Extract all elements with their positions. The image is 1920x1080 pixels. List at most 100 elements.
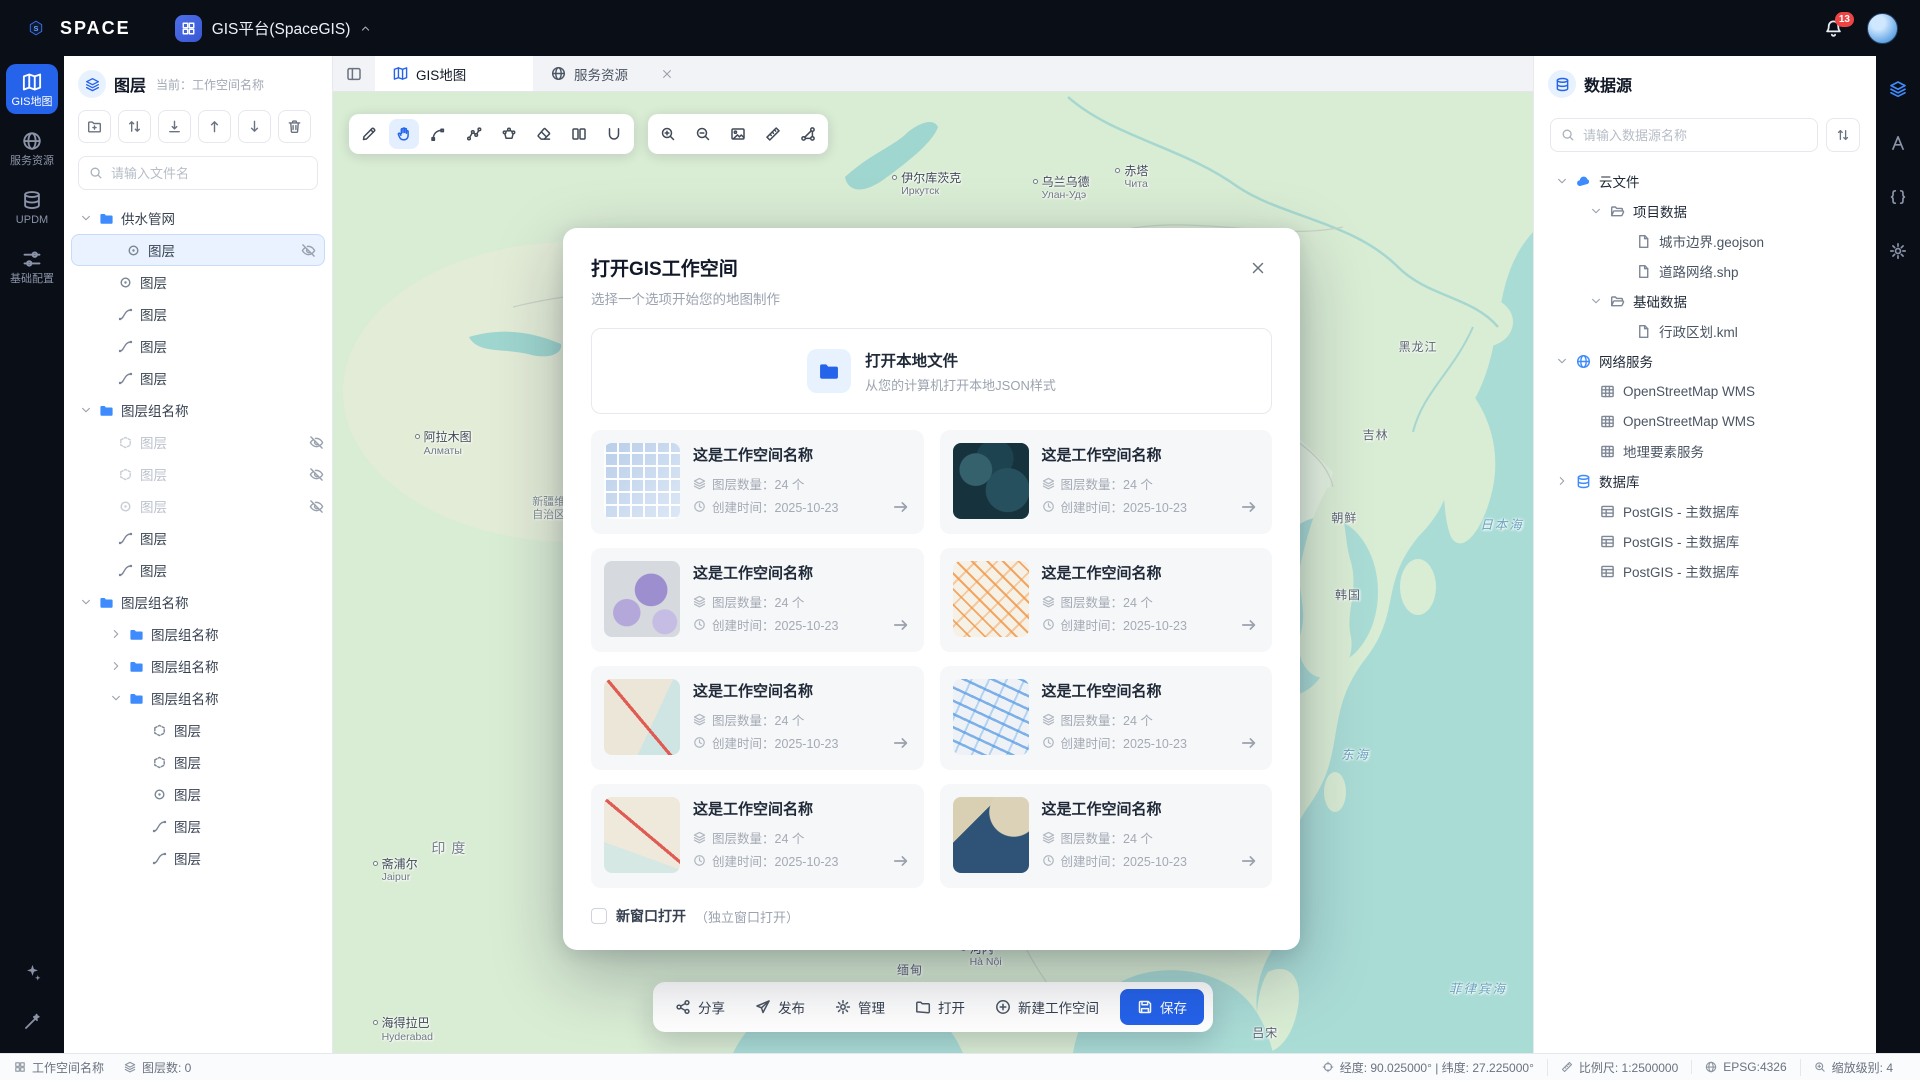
eye-off-icon[interactable] xyxy=(301,243,316,258)
datasource-tree-row[interactable]: 城市边界.geojson xyxy=(1534,226,1876,256)
topology-icon[interactable] xyxy=(793,119,823,149)
workspace-card[interactable]: 这是工作空间名称 图层数量：24 个 创建时间：2025-10-23 xyxy=(940,430,1273,534)
layer-tree-row[interactable]: 图层 xyxy=(64,298,332,330)
chev-right-icon[interactable] xyxy=(110,628,122,640)
chev-down-icon[interactable] xyxy=(80,596,92,608)
layer-tree-row[interactable]: 图层 xyxy=(64,554,332,586)
datasource-tree-row[interactable]: PostGIS - 主数据库 xyxy=(1534,496,1876,526)
new-window-checkbox[interactable] xyxy=(591,908,607,924)
measure-icon[interactable] xyxy=(758,119,788,149)
layer-tree-row[interactable]: 图层组名称 xyxy=(64,618,332,650)
chev-down-icon[interactable] xyxy=(80,404,92,416)
action-button-发布[interactable]: 发布 xyxy=(742,989,818,1025)
layer-search-input[interactable] xyxy=(111,166,307,181)
arrows-sort-icon[interactable] xyxy=(1826,118,1860,152)
datasource-tree-row[interactable]: 行政区划.kml xyxy=(1534,316,1876,346)
arrows-sort-icon[interactable] xyxy=(118,110,151,143)
trash-icon[interactable] xyxy=(278,110,311,143)
layer-tree-row[interactable]: 供水管网 xyxy=(64,202,332,234)
split-icon[interactable] xyxy=(564,119,594,149)
datasource-tree-row[interactable]: OpenStreetMap WMS xyxy=(1534,406,1876,436)
polyline-icon[interactable] xyxy=(459,119,489,149)
zoom-out-icon[interactable] xyxy=(688,119,718,149)
pencil-icon[interactable] xyxy=(354,119,384,149)
layer-tree-row[interactable]: 图层 xyxy=(71,234,325,266)
datasource-tree-row[interactable]: 道路网络.shp xyxy=(1534,256,1876,286)
workspace-card[interactable]: 这是工作空间名称 图层数量：24 个 创建时间：2025-10-23 xyxy=(940,784,1273,888)
columns-icon[interactable] xyxy=(333,56,375,91)
datasource-tree-row[interactable]: 网络服务 xyxy=(1534,346,1876,376)
braces-icon[interactable] xyxy=(1883,182,1913,212)
arrow-right-icon[interactable] xyxy=(1240,498,1258,516)
close-x-icon[interactable] xyxy=(661,68,673,80)
chev-down-icon[interactable] xyxy=(1590,205,1602,217)
workspace-card[interactable]: 这是工作空间名称 图层数量：24 个 创建时间：2025-10-23 xyxy=(591,666,924,770)
layers-icon[interactable] xyxy=(1883,74,1913,104)
action-button-新建工作空间[interactable]: 新建工作空间 xyxy=(982,989,1112,1025)
datasource-tree-row[interactable]: 项目数据 xyxy=(1534,196,1876,226)
arrow-right-icon[interactable] xyxy=(892,616,910,634)
layer-tree-row[interactable]: 图层 xyxy=(64,714,332,746)
action-button-打开[interactable]: 打开 xyxy=(902,989,978,1025)
rail-item-服务资源[interactable]: 服务资源 xyxy=(6,123,58,173)
map-tab[interactable]: GIS地图 xyxy=(375,56,533,91)
eraser-icon[interactable] xyxy=(529,119,559,149)
workspace-card[interactable]: 这是工作空间名称 图层数量：24 个 创建时间：2025-10-23 xyxy=(940,666,1273,770)
layer-tree-row[interactable]: 图层组名称 xyxy=(64,650,332,682)
arrow-bar-down-icon[interactable] xyxy=(158,110,191,143)
curve-icon[interactable] xyxy=(424,119,454,149)
layer-tree-row[interactable]: 图层 xyxy=(64,810,332,842)
datasource-tree-row[interactable]: 云文件 xyxy=(1534,166,1876,196)
close-x-icon[interactable] xyxy=(1244,254,1272,282)
arrow-right-icon[interactable] xyxy=(892,498,910,516)
sparkles-icon[interactable] xyxy=(23,963,42,982)
workspace-card[interactable]: 这是工作空间名称 图层数量：24 个 创建时间：2025-10-23 xyxy=(591,548,924,652)
datasource-tree-row[interactable]: OpenStreetMap WMS xyxy=(1534,376,1876,406)
workspace-card[interactable]: 这是工作空间名称 图层数量：24 个 创建时间：2025-10-23 xyxy=(940,548,1273,652)
layer-tree-row[interactable]: 图层 xyxy=(64,842,332,874)
layer-tree-row[interactable]: 图层 xyxy=(64,458,332,490)
action-button-分享[interactable]: 分享 xyxy=(662,989,738,1025)
workspace-card[interactable]: 这是工作空间名称 图层数量：24 个 创建时间：2025-10-23 xyxy=(591,784,924,888)
arrow-down-icon[interactable] xyxy=(238,110,271,143)
eye-off-icon[interactable] xyxy=(309,435,324,450)
user-avatar[interactable] xyxy=(1867,13,1898,44)
wand-icon[interactable] xyxy=(23,1012,42,1031)
arrow-right-icon[interactable] xyxy=(1240,734,1258,752)
layer-tree-row[interactable]: 图层 xyxy=(64,426,332,458)
workspace-card[interactable]: 这是工作空间名称 图层数量：24 个 创建时间：2025-10-23 xyxy=(591,430,924,534)
notification-bell-icon[interactable]: 13 xyxy=(1824,19,1843,38)
zoom-in-icon[interactable] xyxy=(653,119,683,149)
app-switcher[interactable]: GIS平台(SpaceGIS) xyxy=(175,15,372,42)
image-icon[interactable] xyxy=(723,119,753,149)
arrow-up-icon[interactable] xyxy=(198,110,231,143)
chev-down-icon[interactable] xyxy=(110,692,122,704)
layer-tree-row[interactable]: 图层 xyxy=(64,522,332,554)
eye-off-icon[interactable] xyxy=(309,499,324,514)
union-icon[interactable] xyxy=(599,119,629,149)
datasource-tree-row[interactable]: 地理要素服务 xyxy=(1534,436,1876,466)
datasource-tree-row[interactable]: PostGIS - 主数据库 xyxy=(1534,526,1876,556)
arrow-right-icon[interactable] xyxy=(1240,616,1258,634)
layer-tree-row[interactable]: 图层 xyxy=(64,266,332,298)
chev-right-icon[interactable] xyxy=(1556,475,1568,487)
datasource-tree-row[interactable]: PostGIS - 主数据库 xyxy=(1534,556,1876,586)
map-tab[interactable]: 服务资源 xyxy=(533,56,691,91)
datasource-search-input[interactable] xyxy=(1583,128,1807,143)
action-button-管理[interactable]: 管理 xyxy=(822,989,898,1025)
layer-tree-row[interactable]: 图层 xyxy=(64,362,332,394)
datasource-tree-row[interactable]: 基础数据 xyxy=(1534,286,1876,316)
chev-right-icon[interactable] xyxy=(110,660,122,672)
open-local-file-card[interactable]: 打开本地文件 从您的计算机打开本地JSON样式 xyxy=(591,328,1272,414)
layer-tree-row[interactable]: 图层 xyxy=(64,330,332,362)
hand-icon[interactable] xyxy=(389,119,419,149)
layer-tree-row[interactable]: 图层组名称 xyxy=(64,394,332,426)
save-button[interactable]: 保存 xyxy=(1120,989,1204,1025)
gear-icon[interactable] xyxy=(1883,236,1913,266)
arrow-right-icon[interactable] xyxy=(892,734,910,752)
chev-down-icon[interactable] xyxy=(80,212,92,224)
folder-plus-icon[interactable] xyxy=(78,110,111,143)
chev-down-icon[interactable] xyxy=(1590,295,1602,307)
rail-item-基础配置[interactable]: 基础配置 xyxy=(6,241,58,291)
datasource-tree-row[interactable]: 数据库 xyxy=(1534,466,1876,496)
